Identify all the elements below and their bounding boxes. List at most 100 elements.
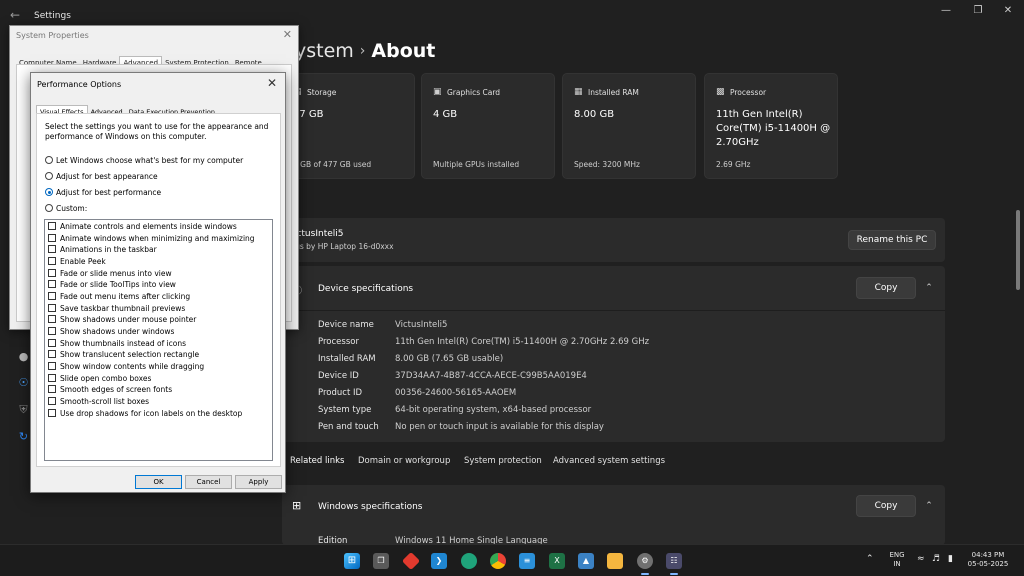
language-indicator[interactable]: ENG IN — [886, 551, 908, 569]
copy-device-specs-button[interactable]: Copy — [856, 277, 916, 299]
checkbox[interactable] — [48, 327, 56, 335]
checkbox[interactable] — [48, 234, 56, 242]
battery-icon[interactable]: ▮ — [948, 555, 953, 564]
radio-label: Adjust for best performance — [56, 188, 162, 197]
file-explorer-icon[interactable] — [607, 553, 623, 569]
edge-browser-icon[interactable] — [461, 553, 477, 569]
back-arrow-icon[interactable]: ← — [10, 8, 20, 22]
list-item[interactable]: Use drop shadows for icon labels on the … — [48, 409, 242, 420]
radio-checked-icon[interactable] — [45, 188, 53, 196]
vscode-icon[interactable]: ❯ — [431, 553, 447, 569]
list-item[interactable]: Show translucent selection rectangle — [48, 350, 199, 361]
checkbox-label: Show window contents while dragging — [60, 362, 205, 371]
checkbox[interactable] — [48, 304, 56, 312]
checkbox[interactable] — [48, 385, 56, 393]
checkbox[interactable] — [48, 257, 56, 265]
checkbox[interactable] — [48, 292, 56, 300]
checkbox[interactable] — [48, 362, 56, 370]
radio-custom[interactable]: Custom: — [45, 204, 87, 215]
radio-icon[interactable] — [45, 156, 53, 164]
chrome-browser-icon[interactable] — [490, 553, 506, 569]
checkbox-label: Animate windows when minimizing and maxi… — [60, 234, 255, 243]
clock[interactable]: 04:43 PM 05-05-2025 — [966, 551, 1010, 569]
git-icon[interactable] — [401, 551, 421, 571]
breadcrumb-parent[interactable]: ystem — [295, 40, 354, 62]
checkbox[interactable] — [48, 315, 56, 323]
radio-let-windows-choose[interactable]: Let Windows choose what's best for my co… — [45, 156, 243, 167]
start-windows-icon[interactable]: ⊞ — [344, 553, 360, 569]
rename-pc-button[interactable]: Rename this PC — [848, 230, 936, 250]
checkbox[interactable] — [48, 409, 56, 417]
list-item[interactable]: Fade or slide ToolTips into view — [48, 280, 176, 291]
checkbox[interactable] — [48, 245, 56, 253]
list-item[interactable]: Fade or slide menus into view — [48, 269, 172, 280]
radio-best-performance[interactable]: Adjust for best performance — [45, 188, 161, 199]
cancel-button[interactable]: Cancel — [185, 475, 232, 489]
checkbox-label: Smooth edges of screen fonts — [60, 385, 173, 394]
checkbox[interactable] — [48, 374, 56, 382]
close-icon[interactable]: ✕ — [267, 76, 277, 90]
photos-icon[interactable]: ▲ — [578, 553, 594, 569]
checkbox[interactable] — [48, 339, 56, 347]
storage-card[interactable]: ▤ Storage 77 GB 4 GB of 477 GB used — [281, 73, 415, 179]
checkbox[interactable] — [48, 222, 56, 230]
radio-best-appearance[interactable]: Adjust for best appearance — [45, 172, 158, 183]
accessibility-icon[interactable]: ☉ — [17, 376, 30, 389]
list-item[interactable]: Enable Peek — [48, 257, 106, 268]
list-item[interactable]: Show window contents while dragging — [48, 362, 204, 373]
description: Select the settings you want to use for … — [45, 122, 269, 141]
list-item[interactable]: Show thumbnails instead of icons — [48, 339, 186, 350]
pc-model: ctus by HP Laptop 16-d0xxx — [288, 242, 394, 251]
minimize-icon[interactable]: — — [934, 5, 958, 16]
wifi-icon[interactable]: ≈ — [917, 555, 925, 564]
settings-gear-icon[interactable]: ⚙ — [637, 553, 653, 569]
card-label: Graphics Card — [447, 88, 501, 97]
windows-specs-title: Windows specifications — [318, 502, 423, 512]
scrollbar[interactable] — [1016, 210, 1020, 290]
graphics-card[interactable]: ▣ Graphics Card 4 GB Multiple GPUs insta… — [421, 73, 555, 179]
list-item[interactable]: Show shadows under mouse pointer — [48, 315, 196, 326]
windows-update-icon[interactable]: ↻ — [17, 430, 30, 443]
privacy-shield-icon[interactable]: ⛨ — [17, 403, 30, 416]
task-view-icon[interactable]: ❐ — [373, 553, 389, 569]
list-item[interactable]: Animate windows when minimizing and maxi… — [48, 234, 255, 245]
list-item[interactable]: Animate controls and elements inside win… — [48, 222, 237, 233]
checkbox[interactable] — [48, 350, 56, 358]
ok-button[interactable]: OK — [135, 475, 182, 489]
copy-windows-specs-button[interactable]: Copy — [856, 495, 916, 517]
checkbox[interactable] — [48, 269, 56, 277]
apply-button[interactable]: Apply — [235, 475, 282, 489]
system-properties-icon[interactable]: ☷ — [666, 553, 682, 569]
list-item[interactable]: Smooth edges of screen fonts — [48, 385, 172, 396]
radio-label: Custom: — [56, 204, 88, 213]
radio-icon[interactable] — [45, 204, 53, 212]
related-links-label: Related links — [290, 456, 345, 466]
list-item[interactable]: Fade out menu items after clicking — [48, 292, 190, 303]
list-item[interactable]: Show shadows under windows — [48, 327, 174, 338]
excel-icon[interactable]: X — [549, 553, 565, 569]
link-system-protection[interactable]: System protection — [464, 456, 542, 466]
speaker-icon[interactable]: ♬ — [932, 555, 940, 564]
breadcrumb-current: About — [371, 40, 436, 62]
list-item[interactable]: Animations in the taskbar — [48, 245, 157, 256]
link-domain-or-workgroup[interactable]: Domain or workgroup — [358, 456, 450, 466]
radio-icon[interactable] — [45, 172, 53, 180]
notepad-icon[interactable]: ≡ — [519, 553, 535, 569]
maximize-icon[interactable]: ❐ — [966, 5, 990, 16]
chevron-up-icon[interactable]: ⌃ — [923, 501, 935, 513]
chevron-up-icon[interactable]: ⌃ — [923, 283, 935, 295]
close-icon[interactable]: ✕ — [283, 28, 292, 41]
list-item[interactable]: Save taskbar thumbnail previews — [48, 304, 185, 315]
checkbox[interactable] — [48, 280, 56, 288]
installed-ram-card[interactable]: ▦ Installed RAM 8.00 GB Speed: 3200 MHz — [562, 73, 696, 179]
list-item[interactable]: Slide open combo boxes — [48, 374, 151, 385]
gaming-icon[interactable]: ● — [17, 350, 30, 363]
radio-label: Let Windows choose what's best for my co… — [56, 156, 244, 165]
checkbox-label: Fade out menu items after clicking — [60, 292, 191, 301]
list-item[interactable]: Smooth-scroll list boxes — [48, 397, 149, 408]
link-advanced-system-settings[interactable]: Advanced system settings — [553, 456, 665, 466]
checkbox[interactable] — [48, 397, 56, 405]
chevron-up-icon[interactable]: ⌃ — [866, 555, 874, 564]
processor-card[interactable]: ▩ Processor 11th Gen Intel(R) Core(TM) i… — [704, 73, 838, 179]
close-icon[interactable]: ✕ — [996, 5, 1020, 16]
